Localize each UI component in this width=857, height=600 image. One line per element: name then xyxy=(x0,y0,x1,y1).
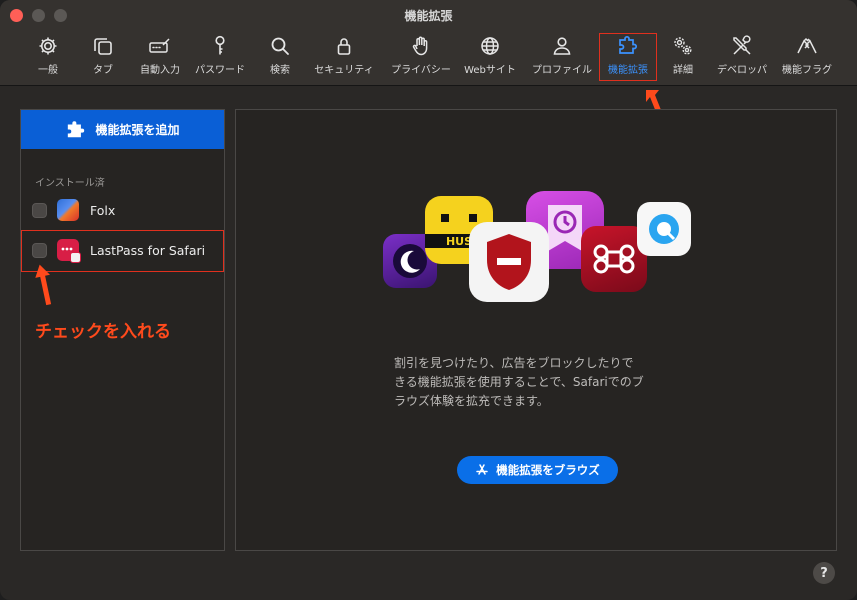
gear-icon xyxy=(39,37,57,55)
tab-label: デベロッパ xyxy=(717,65,767,76)
extensions-tab-highlight-box xyxy=(599,33,657,81)
extensions-description: 割引を見つけたり、広告をブロックしたりで きる機能拡張を使用することで、Safa… xyxy=(394,354,684,411)
tab-general[interactable]: 一般 xyxy=(24,34,72,80)
description-line: 割引を見つけたり、広告をブロックしたりで xyxy=(394,356,634,370)
tab-label: プライバシー xyxy=(391,65,451,76)
description-line: きる機能拡張を使用することで、Safariでのブ xyxy=(394,375,644,389)
add-extension-button[interactable]: 機能拡張を追加 xyxy=(21,110,224,149)
extensions-main-pane: HUS 割引を見つけたり、広告をブロックしたりで きる機能拡張を使用することで、… xyxy=(235,109,837,551)
tab-label: タブ xyxy=(93,65,113,76)
list-item[interactable]: Folx xyxy=(21,194,224,226)
annotation-arrow-icon xyxy=(35,264,52,306)
tab-search[interactable]: 検索 xyxy=(260,34,300,80)
flags-icon xyxy=(797,37,817,54)
app-store-icon xyxy=(476,464,488,475)
browse-extensions-label: 機能拡張をブラウズ xyxy=(496,463,600,477)
help-button[interactable]: ? xyxy=(813,562,835,584)
tab-label: 一般 xyxy=(38,65,58,76)
tab-label: セキュリティ xyxy=(314,65,374,76)
preference-tabs: 一般 タブ 自動入力 パスワード 検索 セキュリティ プライバシー Webサイト… xyxy=(0,34,857,80)
tab-profiles[interactable]: プロファイル xyxy=(528,34,596,80)
folx-checkbox[interactable] xyxy=(32,202,47,218)
tab-label: Webサイト xyxy=(464,65,516,76)
tools-icon xyxy=(733,35,751,55)
key-icon xyxy=(215,35,225,55)
tab-autofill[interactable]: 自動入力 xyxy=(135,34,185,80)
extension-name: Folx xyxy=(90,202,116,218)
checkbox-hint-annotation: チェックを入れる xyxy=(35,322,171,342)
installed-section-label: インストール済 xyxy=(35,178,105,189)
lock-icon xyxy=(337,38,351,55)
browse-extensions-button[interactable]: 機能拡張をブラウズ xyxy=(457,456,618,484)
tab-websites[interactable]: Webサイト xyxy=(460,34,520,80)
tab-security[interactable]: セキュリティ xyxy=(310,34,378,80)
tab-label: 自動入力 xyxy=(140,65,180,76)
tab-label: 詳細 xyxy=(673,65,693,76)
tab-label: 検索 xyxy=(270,65,290,76)
tab-tabs[interactable]: タブ xyxy=(80,34,126,80)
search-icon xyxy=(271,37,289,55)
puzzle-icon xyxy=(68,120,85,137)
adblock-shield-app-icon xyxy=(469,222,549,302)
gears-icon xyxy=(674,37,692,55)
preferences-window: 機能拡張 一般 タブ 自動入力 パスワード 検索 セキュリティ プライバシー W… xyxy=(0,0,857,600)
window-title: 機能拡張 xyxy=(404,9,453,23)
tab-developer[interactable]: デベロッパ xyxy=(713,34,771,80)
tab-label: プロファイル xyxy=(532,65,592,76)
tab-label: 機能フラグ xyxy=(782,65,832,76)
toolbar: 機能拡張 一般 タブ 自動入力 パスワード 検索 セキュリティ プライバシー W… xyxy=(0,0,857,86)
person-icon xyxy=(553,37,571,55)
autofill-icon xyxy=(149,38,170,53)
tab-label: パスワード xyxy=(195,65,245,76)
tab-feature-flags[interactable]: 機能フラグ xyxy=(779,34,835,80)
bubble-app-icon xyxy=(637,202,691,256)
extension-icons-illustration: HUS xyxy=(381,188,693,318)
tab-passwords[interactable]: パスワード xyxy=(190,34,250,80)
description-line: ラウズ体験を拡充できます。 xyxy=(394,394,549,408)
tabs-icon xyxy=(94,38,112,55)
hand-icon xyxy=(412,36,428,56)
tab-privacy[interactable]: プライバシー xyxy=(386,34,456,80)
folx-app-icon xyxy=(57,199,79,221)
tab-advanced[interactable]: 詳細 xyxy=(664,34,702,80)
globe-icon xyxy=(481,37,499,55)
add-extension-label: 機能拡張を追加 xyxy=(95,123,180,137)
